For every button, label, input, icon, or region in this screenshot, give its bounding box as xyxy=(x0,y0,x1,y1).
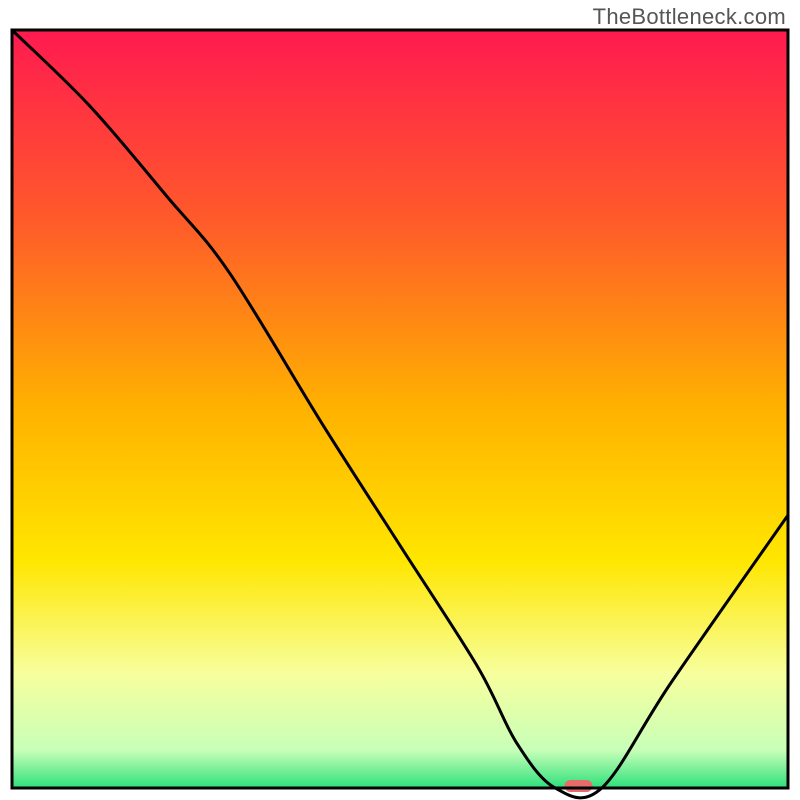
chart-background xyxy=(12,30,788,788)
optimal-marker xyxy=(564,780,592,792)
chart-container: TheBottleneck.com xyxy=(0,0,800,800)
bottleneck-chart xyxy=(0,0,800,800)
watermark-text: TheBottleneck.com xyxy=(593,4,786,30)
